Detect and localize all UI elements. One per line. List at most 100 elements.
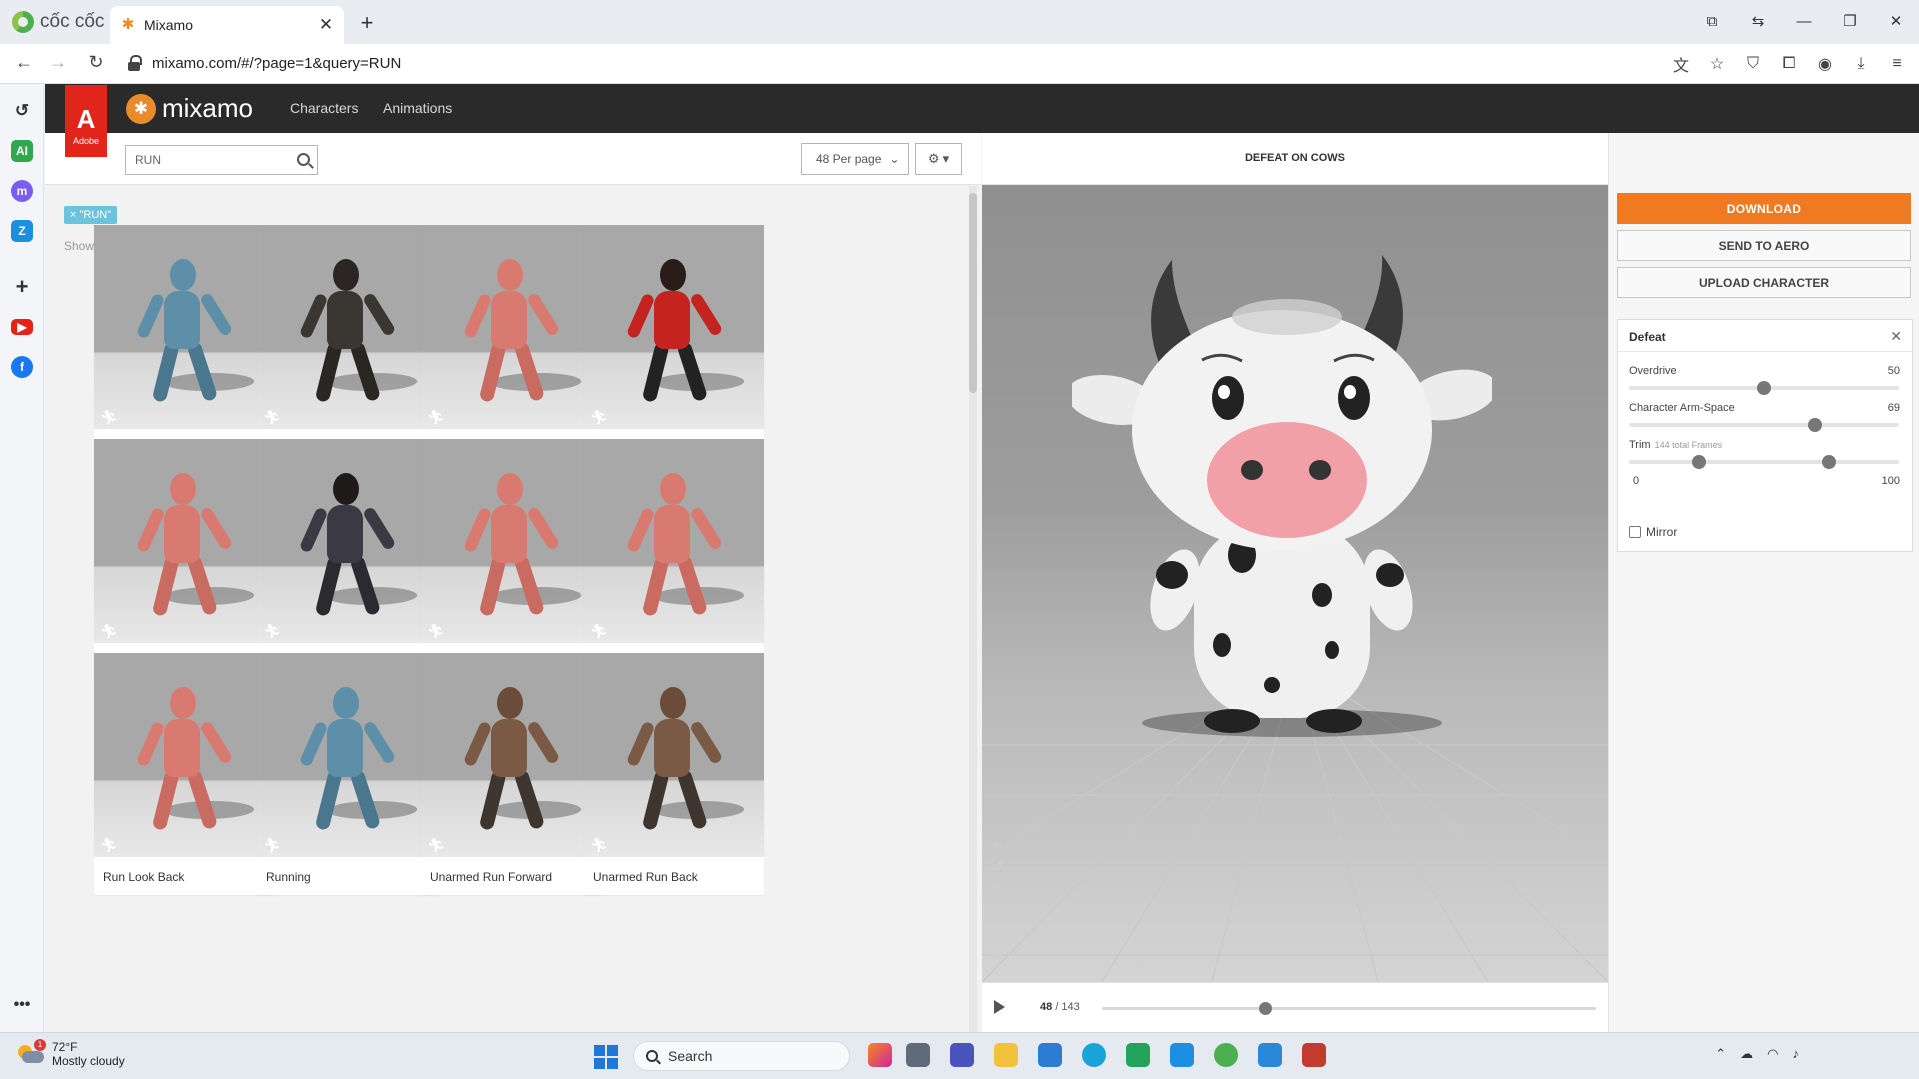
send-to-aero-button[interactable]: SEND TO AERO: [1617, 230, 1911, 261]
zoom-icon[interactable]: ⌕: [992, 903, 1004, 919]
settings-dropdown-button[interactable]: ⚙ ▾: [915, 143, 962, 175]
extensions-icon[interactable]: ⧠: [1777, 52, 1801, 76]
tray-chevron-icon[interactable]: ⌃: [1715, 1046, 1726, 1062]
windows-start-icon[interactable]: [594, 1045, 618, 1069]
zalo-icon[interactable]: Z: [11, 220, 33, 242]
trim-slider[interactable]: [1629, 455, 1899, 469]
zalo-taskbar-icon[interactable]: [1170, 1043, 1194, 1067]
shield-icon[interactable]: ⛉: [1741, 52, 1765, 76]
close-icon[interactable]: ✕: [1890, 328, 1902, 345]
youtube-icon[interactable]: ▶: [11, 319, 33, 335]
forward-icon[interactable]: →: [46, 52, 70, 73]
animation-thumbnail[interactable]: 🏃︎: [421, 653, 601, 857]
taskbar-search[interactable]: Search: [633, 1041, 850, 1071]
bookmark-star-icon[interactable]: ☆: [1705, 52, 1729, 76]
browser-brand[interactable]: cốc cốc: [12, 10, 104, 34]
minimize-button[interactable]: —: [1781, 8, 1827, 34]
animation-card[interactable]: 🏃︎Running Backward: [584, 225, 764, 467]
close-window-button[interactable]: ✕: [1873, 8, 1919, 34]
animation-card[interactable]: 🏃︎Run: [94, 225, 274, 467]
store-icon[interactable]: [1038, 1043, 1062, 1067]
animation-card[interactable]: 🏃︎ Unarmed Run Forward: [421, 653, 601, 895]
reset-view-icon[interactable]: ⏻: [992, 925, 1004, 941]
animation-thumbnail[interactable]: 🏃︎: [421, 439, 601, 643]
maximize-button[interactable]: ❐: [1827, 8, 1873, 34]
animation-card[interactable]: 🏃︎ Running: [257, 653, 437, 895]
teams-icon[interactable]: [950, 1043, 974, 1067]
add-panel-icon[interactable]: +: [11, 274, 33, 299]
edge-icon[interactable]: [1082, 1043, 1106, 1067]
reload-icon[interactable]: ↻: [84, 52, 108, 73]
animation-card[interactable]: 🏃︎Drunk Run Forward: [421, 439, 601, 681]
notepad-icon[interactable]: [1258, 1043, 1282, 1067]
screenshot-icon[interactable]: ⧉: [1689, 8, 1735, 34]
animation-thumbnail[interactable]: 🏃︎: [257, 653, 437, 857]
sync-icon[interactable]: ⇆: [1735, 8, 1781, 34]
animation-card[interactable]: 🏃︎ Run Look Back: [94, 653, 274, 895]
animation-card[interactable]: 🏃︎Fast Run: [94, 439, 274, 681]
lock-icon[interactable]: [128, 55, 142, 71]
download-button[interactable]: DOWNLOAD: [1617, 193, 1911, 224]
animation-card[interactable]: 🏃︎Standing Jump Running To: [257, 225, 437, 467]
tab-close-icon[interactable]: ✕: [318, 15, 334, 35]
animation-card[interactable]: 🏃︎Slow Run: [584, 439, 764, 681]
pan-icon[interactable]: ✛: [992, 881, 1004, 897]
skeleton-icon[interactable]: ☠: [992, 837, 1004, 853]
profile-icon[interactable]: ◉: [1813, 52, 1837, 76]
trim-start-handle[interactable]: [1692, 455, 1707, 469]
new-tab-button[interactable]: +: [355, 10, 379, 36]
volume-icon[interactable]: ♪: [1793, 1046, 1800, 1062]
file-explorer-icon[interactable]: [994, 1043, 1018, 1067]
timeline-handle[interactable]: [1259, 1002, 1273, 1015]
mixamo-logo[interactable]: ✱ mixamo: [126, 93, 253, 124]
back-icon[interactable]: ←: [12, 52, 36, 73]
mirror-box[interactable]: [1629, 526, 1641, 538]
adobe-logo[interactable]: A Adobe: [65, 85, 107, 157]
animation-thumbnail[interactable]: 🏃︎: [257, 225, 437, 429]
armspace-handle[interactable]: [1808, 418, 1823, 432]
overdrive-slider[interactable]: [1629, 381, 1899, 395]
animation-thumbnail[interactable]: 🏃︎: [421, 225, 601, 429]
mirror-checkbox[interactable]: Mirror: [1629, 525, 1677, 539]
camera-icon[interactable]: ■: [992, 947, 1004, 962]
nav-characters[interactable]: Characters: [290, 100, 358, 116]
coccoc-taskbar-icon[interactable]: [1214, 1043, 1238, 1067]
animation-card[interactable]: 🏃︎Run: [257, 439, 437, 681]
query-tag[interactable]: × "RUN": [64, 206, 118, 224]
wifi-icon[interactable]: ◠: [1767, 1046, 1778, 1062]
download-icon[interactable]: ⤓: [1849, 52, 1873, 76]
search-icon[interactable]: [297, 153, 310, 166]
translate-icon[interactable]: 文: [1669, 52, 1693, 76]
animation-thumbnail[interactable]: 🏃︎: [94, 653, 274, 857]
more-icon[interactable]: •••: [11, 994, 33, 1016]
results-scrollbar-thumb[interactable]: [969, 193, 977, 393]
animation-thumbnail[interactable]: 🏃︎: [584, 653, 764, 857]
armspace-slider[interactable]: [1629, 418, 1899, 432]
animation-thumbnail[interactable]: 🏃︎: [94, 439, 274, 643]
overdrive-handle[interactable]: [1757, 381, 1771, 395]
per-page-select[interactable]: 48 Per page ⌄: [801, 143, 909, 175]
timeline-slider[interactable]: [1102, 1002, 1596, 1015]
ai-assistant-icon[interactable]: AI: [11, 140, 33, 162]
app-m-icon[interactable]: [1126, 1043, 1150, 1067]
task-view-icon[interactable]: [906, 1043, 930, 1067]
cloud-sync-icon[interactable]: ☁: [1740, 1046, 1753, 1062]
animation-thumbnail[interactable]: 🏃︎: [584, 225, 764, 429]
trim-end-handle[interactable]: [1821, 455, 1836, 469]
nav-animations[interactable]: Animations: [383, 100, 452, 116]
tools-app-icon[interactable]: [1302, 1043, 1326, 1067]
tab-mixamo[interactable]: ✱ Mixamo ✕: [110, 6, 344, 44]
copilot-icon[interactable]: [868, 1043, 892, 1067]
search-input[interactable]: RUN: [125, 145, 318, 175]
animation-thumbnail[interactable]: 🏃︎: [94, 225, 274, 429]
menu-icon[interactable]: ≡: [1885, 52, 1909, 76]
url-field[interactable]: mixamo.com/#/?page=1&query=RUN: [152, 55, 401, 72]
facebook-icon[interactable]: f: [11, 356, 33, 378]
animation-thumbnail[interactable]: 🏃︎: [257, 439, 437, 643]
3d-viewport[interactable]: ☠ ↺ ✛ ⌕ ⏻ ■: [982, 185, 1608, 982]
history-icon[interactable]: ↺: [11, 100, 33, 122]
rotate-icon[interactable]: ↺: [992, 859, 1004, 875]
weather-widget[interactable]: 1 72°F Mostly cloudy: [16, 1039, 125, 1068]
animation-thumbnail[interactable]: 🏃︎: [584, 439, 764, 643]
messenger-icon[interactable]: m: [11, 180, 33, 202]
